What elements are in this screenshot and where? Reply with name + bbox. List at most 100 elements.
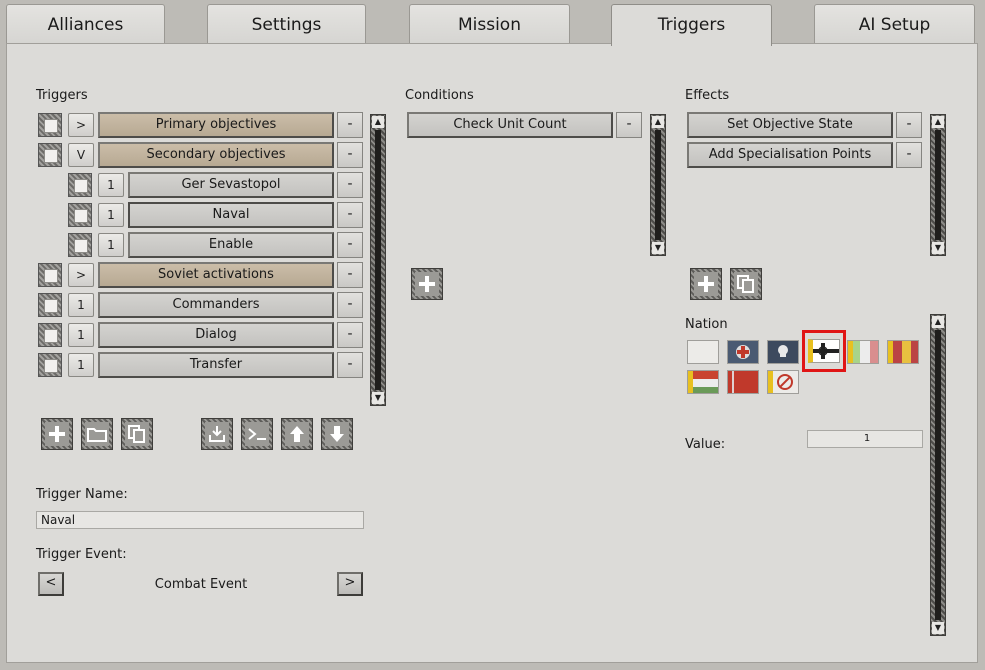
scroll-up-arrow-icon[interactable]: ▲ (372, 116, 384, 128)
nation-scrollbar[interactable]: ▲ ▼ (930, 314, 946, 636)
remove-trigger-button[interactable]: - (337, 202, 363, 228)
trigger-checkbox[interactable] (68, 203, 92, 227)
order-badge: 1 (98, 173, 124, 197)
nation-flag-none[interactable] (767, 370, 799, 394)
trigger-item-commanders[interactable]: Commanders (98, 292, 334, 318)
order-badge: 1 (68, 293, 94, 317)
move-down-button[interactable] (321, 418, 353, 450)
trigger-item-primary-objectives[interactable]: Primary objectives (98, 112, 334, 138)
scroll-down-arrow-icon[interactable]: ▼ (372, 392, 384, 404)
nation-flag-german-ensign[interactable] (808, 339, 840, 363)
remove-effect-button[interactable]: - (896, 142, 922, 168)
add-trigger-button[interactable] (41, 418, 73, 450)
remove-trigger-button[interactable]: - (337, 172, 363, 198)
script-button[interactable] (241, 418, 273, 450)
triggers-scrollbar[interactable]: ▲ ▼ (370, 114, 386, 406)
trigger-checkbox[interactable] (38, 353, 62, 377)
tab-triggers[interactable]: Triggers (611, 4, 772, 46)
expand-toggle[interactable]: V (68, 143, 94, 167)
value-input[interactable]: 1 (807, 430, 923, 448)
remove-trigger-button[interactable]: - (337, 112, 363, 138)
scroll-track[interactable] (935, 130, 941, 240)
arrow-up-icon (285, 422, 309, 446)
scroll-track[interactable] (375, 130, 381, 390)
trigger-checkbox[interactable] (68, 233, 92, 257)
trigger-item-dialog[interactable]: Dialog (98, 322, 334, 348)
trigger-item-soviet-activations[interactable]: Soviet activations (98, 262, 334, 288)
nation-flag-skull[interactable] (767, 340, 799, 364)
add-effect-button[interactable] (690, 268, 722, 300)
condition-item-check-unit-count[interactable]: Check Unit Count (407, 112, 613, 138)
nation-flag-german-cross[interactable] (727, 340, 759, 364)
trigger-checkbox[interactable] (38, 263, 62, 287)
trigger-item-naval[interactable]: Naval (128, 202, 334, 228)
remove-trigger-button[interactable]: - (337, 352, 363, 378)
conditions-scrollbar[interactable]: ▲ ▼ (650, 114, 666, 256)
remove-trigger-button[interactable]: - (337, 142, 363, 168)
move-up-button[interactable] (281, 418, 313, 450)
tab-settings[interactable]: Settings (207, 4, 366, 43)
plus-icon (415, 272, 439, 296)
order-badge: 1 (98, 233, 124, 257)
nation-flag-romania[interactable] (887, 340, 919, 364)
effects-scrollbar[interactable]: ▲ ▼ (930, 114, 946, 256)
tab-ai-setup[interactable]: AI Setup (814, 4, 975, 43)
scroll-down-arrow-icon[interactable]: ▼ (652, 242, 664, 254)
scroll-up-arrow-icon[interactable]: ▲ (932, 116, 944, 128)
expand-toggle[interactable]: > (68, 263, 94, 287)
plus-icon (45, 422, 69, 446)
effect-item-set-objective-state[interactable]: Set Objective State (687, 112, 893, 138)
effects-heading: Effects (685, 88, 730, 103)
value-label: Value: (685, 437, 726, 452)
import-button[interactable] (201, 418, 233, 450)
trigger-checkbox[interactable] (38, 113, 62, 137)
remove-trigger-button[interactable]: - (337, 262, 363, 288)
add-folder-button[interactable] (81, 418, 113, 450)
event-prev-button[interactable]: < (38, 572, 64, 596)
effect-item-add-specialisation-points[interactable]: Add Specialisation Points (687, 142, 893, 168)
copy-icon (125, 422, 149, 446)
tab-alliances[interactable]: Alliances (6, 4, 165, 43)
remove-effect-button[interactable]: - (896, 112, 922, 138)
scroll-down-arrow-icon[interactable]: ▼ (932, 622, 944, 634)
triggers-panel: Triggers > Primary objectives - V Second… (6, 43, 978, 663)
trigger-checkbox[interactable] (38, 323, 62, 347)
trigger-name-input[interactable]: Naval (36, 511, 364, 529)
copy-effect-button[interactable] (730, 268, 762, 300)
remove-trigger-button[interactable]: - (337, 292, 363, 318)
download-tray-icon (205, 422, 229, 446)
trigger-item-enable[interactable]: Enable (128, 232, 334, 258)
trigger-item-secondary-objectives[interactable]: Secondary objectives (98, 142, 334, 168)
plus-icon (694, 272, 718, 296)
triggers-heading: Triggers (36, 88, 88, 103)
event-next-button[interactable]: > (337, 572, 363, 596)
trigger-event-value: Combat Event (154, 577, 248, 592)
trigger-checkbox[interactable] (68, 173, 92, 197)
remove-trigger-button[interactable]: - (337, 232, 363, 258)
tab-mission[interactable]: Mission (409, 4, 570, 43)
scroll-track[interactable] (935, 330, 941, 620)
conditions-heading: Conditions (405, 88, 474, 103)
trigger-event-label: Trigger Event: (36, 547, 127, 562)
nation-flag-neutral[interactable] (687, 340, 719, 364)
trigger-checkbox[interactable] (38, 293, 62, 317)
arrow-down-icon (325, 422, 349, 446)
nation-flag-italy[interactable] (847, 340, 879, 364)
trigger-item-ger-sevastopol[interactable]: Ger Sevastopol (128, 172, 334, 198)
trigger-item-transfer[interactable]: Transfer (98, 352, 334, 378)
scroll-up-arrow-icon[interactable]: ▲ (652, 116, 664, 128)
expand-toggle[interactable]: > (68, 113, 94, 137)
remove-trigger-button[interactable]: - (337, 322, 363, 348)
order-badge: 1 (68, 323, 94, 347)
scroll-up-arrow-icon[interactable]: ▲ (932, 316, 944, 328)
scroll-track[interactable] (655, 130, 661, 240)
trigger-checkbox[interactable] (38, 143, 62, 167)
copy-trigger-button[interactable] (121, 418, 153, 450)
nation-flag-soviet[interactable] (727, 370, 759, 394)
add-condition-button[interactable] (411, 268, 443, 300)
remove-condition-button[interactable]: - (616, 112, 642, 138)
scroll-down-arrow-icon[interactable]: ▼ (932, 242, 944, 254)
folder-icon (85, 422, 109, 446)
nation-flag-hungary[interactable] (687, 370, 719, 394)
order-badge: 1 (98, 203, 124, 227)
